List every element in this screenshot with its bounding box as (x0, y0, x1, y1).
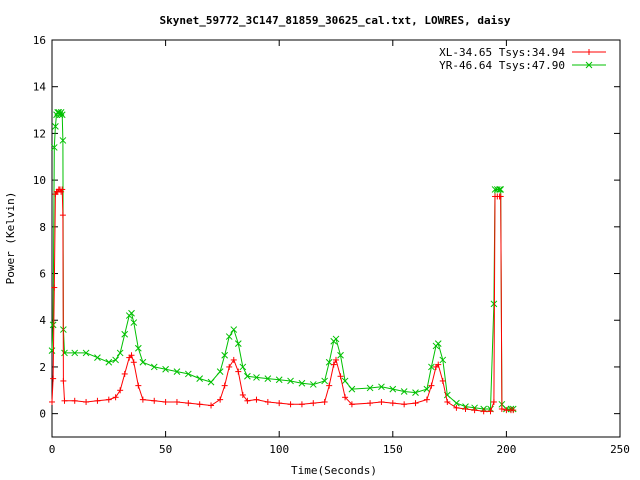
data-point (196, 401, 203, 408)
chart-title: Skynet_59772_3C147_81859_30625_cal.txt, … (160, 14, 511, 27)
data-point (61, 397, 68, 404)
y-tick-label: 2 (39, 361, 46, 374)
data-point (173, 398, 180, 405)
x-tick-label: 0 (49, 443, 56, 456)
y-tick-label: 16 (33, 34, 46, 47)
series-line (51, 111, 514, 410)
data-point (112, 394, 119, 401)
data-point (116, 349, 124, 357)
x-tick-label: 100 (269, 443, 289, 456)
legend-label: YR-46.64 Tsys:47.90 (439, 59, 565, 72)
data-point (367, 400, 374, 407)
x-axis-label: Time(Seconds) (291, 464, 377, 477)
data-point (321, 398, 328, 405)
data-point (94, 397, 101, 404)
data-point (434, 340, 442, 347)
data-point (50, 375, 57, 382)
data-point (389, 400, 396, 407)
series-line (51, 189, 514, 412)
data-point (117, 387, 124, 394)
data-point (378, 398, 385, 405)
series-layer (48, 109, 517, 415)
legend-swatch-marker (586, 49, 592, 55)
legend-label: XL-34.65 Tsys:34.94 (439, 46, 565, 59)
data-point (60, 377, 67, 384)
data-point (139, 396, 146, 403)
y-tick-label: 6 (39, 268, 46, 281)
data-point (497, 193, 504, 200)
data-point (139, 358, 147, 366)
data-point (444, 398, 451, 405)
data-point (221, 382, 228, 389)
data-point (287, 401, 294, 408)
y-tick-label: 10 (33, 174, 46, 187)
data-point (490, 398, 497, 405)
data-point (253, 396, 260, 403)
data-point (185, 400, 192, 407)
data-point (162, 398, 169, 405)
data-point (332, 335, 340, 343)
data-point (412, 400, 419, 407)
y-tick-label: 0 (39, 408, 46, 421)
data-point (208, 402, 215, 409)
data-point (230, 326, 238, 333)
data-point (298, 401, 305, 408)
y-tick-label: 4 (39, 314, 46, 327)
power-vs-time-chart: Skynet_59772_3C147_81859_30625_cal.txt, … (4, 14, 630, 477)
data-point (130, 359, 137, 366)
legend: XL-34.65 Tsys:34.94YR-46.64 Tsys:47.90 (439, 46, 606, 72)
data-point (225, 333, 233, 340)
y-tick-label: 8 (39, 221, 46, 234)
y-axis-label: Power (Kelvin) (4, 192, 17, 285)
data-point (401, 401, 408, 408)
x-tick-label: 200 (496, 443, 516, 456)
data-point (71, 397, 78, 404)
data-point (105, 358, 113, 366)
data-point (83, 398, 90, 405)
data-point (264, 398, 271, 405)
data-point (310, 400, 317, 407)
x-tick-label: 50 (159, 443, 172, 456)
data-point (207, 378, 215, 386)
data-point (226, 363, 233, 370)
data-point (230, 356, 237, 363)
data-point (135, 382, 142, 389)
data-point (428, 382, 435, 389)
data-point (59, 212, 66, 219)
data-point (221, 351, 229, 359)
data-point (196, 375, 204, 382)
data-point (276, 400, 283, 407)
x-tick-label: 150 (383, 443, 403, 456)
y-tick-label: 12 (33, 127, 46, 140)
data-point (151, 397, 158, 404)
y-tick-label: 14 (33, 81, 47, 94)
series-yr (48, 109, 517, 413)
x-axis: 0 50 100 150 200 250 (49, 40, 630, 456)
data-point (423, 396, 430, 403)
x-tick-label: 250 (610, 443, 630, 456)
data-point (49, 398, 55, 405)
data-point (94, 354, 101, 361)
data-point (216, 368, 224, 375)
data-point (121, 370, 128, 377)
data-point (105, 396, 112, 403)
y-axis: 0 2 4 6 8 10 12 14 16 (33, 34, 620, 421)
data-point (217, 396, 224, 403)
data-point (112, 356, 119, 364)
